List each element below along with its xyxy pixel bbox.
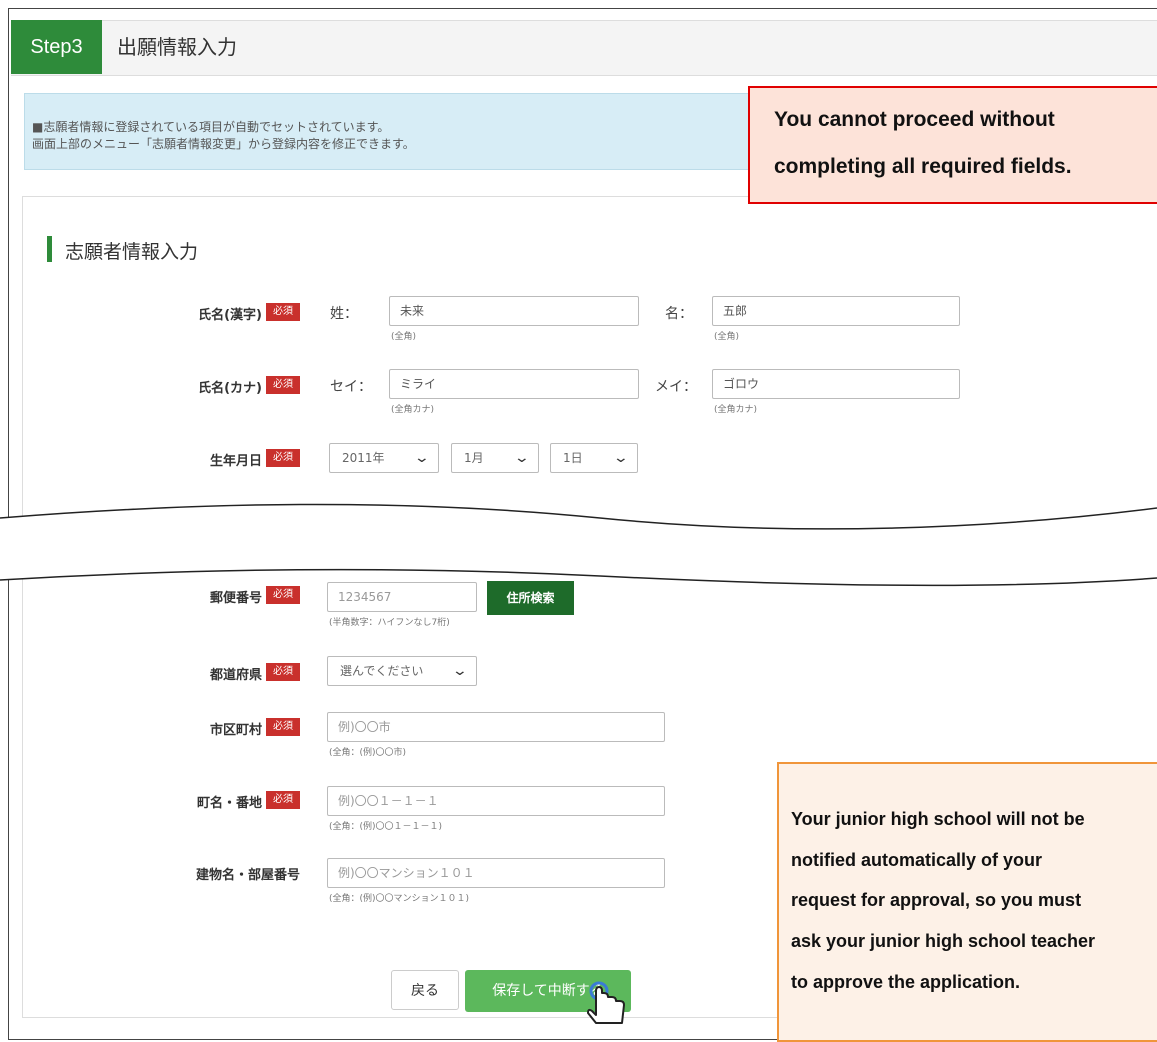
city-hint: (全角：(例)〇〇市)	[329, 748, 407, 758]
approval-callout: Your junior high school will not be noti…	[777, 762, 1157, 1042]
building-input[interactable]: 例)〇〇マンション１０１	[327, 858, 665, 888]
required-badge: 必須	[266, 718, 300, 736]
birth-year-select[interactable]: 2011年 ⌄	[329, 443, 439, 473]
pointer-hand-icon	[587, 981, 625, 1024]
birth-month-value: 1月	[464, 451, 484, 465]
birth-day-select[interactable]: 1日 ⌄	[550, 443, 638, 473]
required-badge: 必須	[266, 449, 300, 467]
section-marker	[47, 236, 52, 262]
step-badge: Step3	[11, 20, 102, 74]
callout-line: ask your junior high school teacher	[791, 931, 1096, 951]
chevron-down-icon: ⌄	[413, 450, 431, 466]
postal-hint: (半角数字：ハイフンなし7桁)	[329, 618, 450, 628]
required-badge: 必須	[266, 303, 300, 321]
page-break-cut	[0, 503, 1157, 587]
city-label: 市区町村	[209, 723, 262, 738]
required-badge: 必須	[266, 663, 300, 681]
postal-input[interactable]: 1234567	[327, 582, 477, 612]
sei-kana-label: セイ：	[330, 379, 372, 395]
chevron-down-icon: ⌄	[513, 450, 531, 466]
name-kanji-label: 氏名(漢字)	[198, 308, 262, 323]
city-input[interactable]: 例)〇〇市	[327, 712, 665, 742]
info-line-1: ■志願者情報に登録されている項目が自動でセットされています。	[32, 120, 390, 134]
callout-line: You cannot proceed without	[774, 108, 1055, 131]
mei-kana-input[interactable]: ゴロウ	[712, 369, 960, 399]
birth-month-select[interactable]: 1月 ⌄	[451, 443, 539, 473]
info-line-2: 画面上部のメニュー「志願者情報変更」から登録内容を修正できます。	[32, 137, 415, 151]
prefecture-value: 選んでください	[340, 664, 424, 678]
required-fields-callout: You cannot proceed without completing al…	[748, 86, 1157, 204]
callout-line: Your junior high school will not be	[791, 809, 1085, 829]
birthdate-label: 生年月日	[209, 454, 262, 469]
address-search-button[interactable]: 住所検索	[487, 581, 574, 615]
name-kana-label: 氏名(カナ)	[198, 381, 262, 396]
prefecture-select[interactable]: 選んでください ⌄	[327, 656, 477, 686]
birth-year-value: 2011年	[342, 451, 385, 465]
town-hint: (全角：(例)〇〇１－１－１)	[329, 822, 443, 832]
chevron-down-icon: ⌄	[612, 450, 630, 466]
birth-day-value: 1日	[563, 451, 583, 465]
sei-label: 姓：	[330, 306, 358, 322]
callout-line: notified automatically of your	[791, 850, 1043, 870]
required-badge: 必須	[266, 586, 300, 604]
mei-kanji-hint: (全角)	[714, 332, 740, 342]
sei-kanji-input[interactable]: 未来	[389, 296, 639, 326]
chevron-down-icon: ⌄	[451, 663, 469, 679]
callout-line: request for approval, so you must	[791, 890, 1082, 910]
sei-kanji-hint: (全角)	[391, 332, 417, 342]
step-title: 出願情報入力	[117, 35, 237, 59]
building-hint: (全角：(例)〇〇マンション１０１)	[329, 894, 470, 904]
building-label: 建物名・部屋番号	[195, 868, 300, 883]
required-badge: 必須	[266, 791, 300, 809]
mei-kana-hint: (全角カナ)	[714, 405, 758, 415]
sei-kana-input[interactable]: ミライ	[389, 369, 639, 399]
callout-line: to approve the application.	[791, 972, 1021, 992]
mei-label: 名：	[665, 306, 693, 322]
required-badge: 必須	[266, 376, 300, 394]
callout-line: completing all required fields.	[774, 155, 1072, 178]
sei-kana-hint: (全角カナ)	[391, 405, 435, 415]
back-button[interactable]: 戻る	[391, 970, 459, 1010]
town-input[interactable]: 例)〇〇１－１－１	[327, 786, 665, 816]
postal-label: 郵便番号	[209, 591, 262, 606]
mei-kana-label: メイ：	[655, 379, 697, 395]
mei-kanji-input[interactable]: 五郎	[712, 296, 960, 326]
prefecture-label: 都道府県	[209, 668, 262, 683]
section-title: 志願者情報入力	[65, 241, 199, 263]
town-label: 町名・番地	[196, 796, 262, 811]
